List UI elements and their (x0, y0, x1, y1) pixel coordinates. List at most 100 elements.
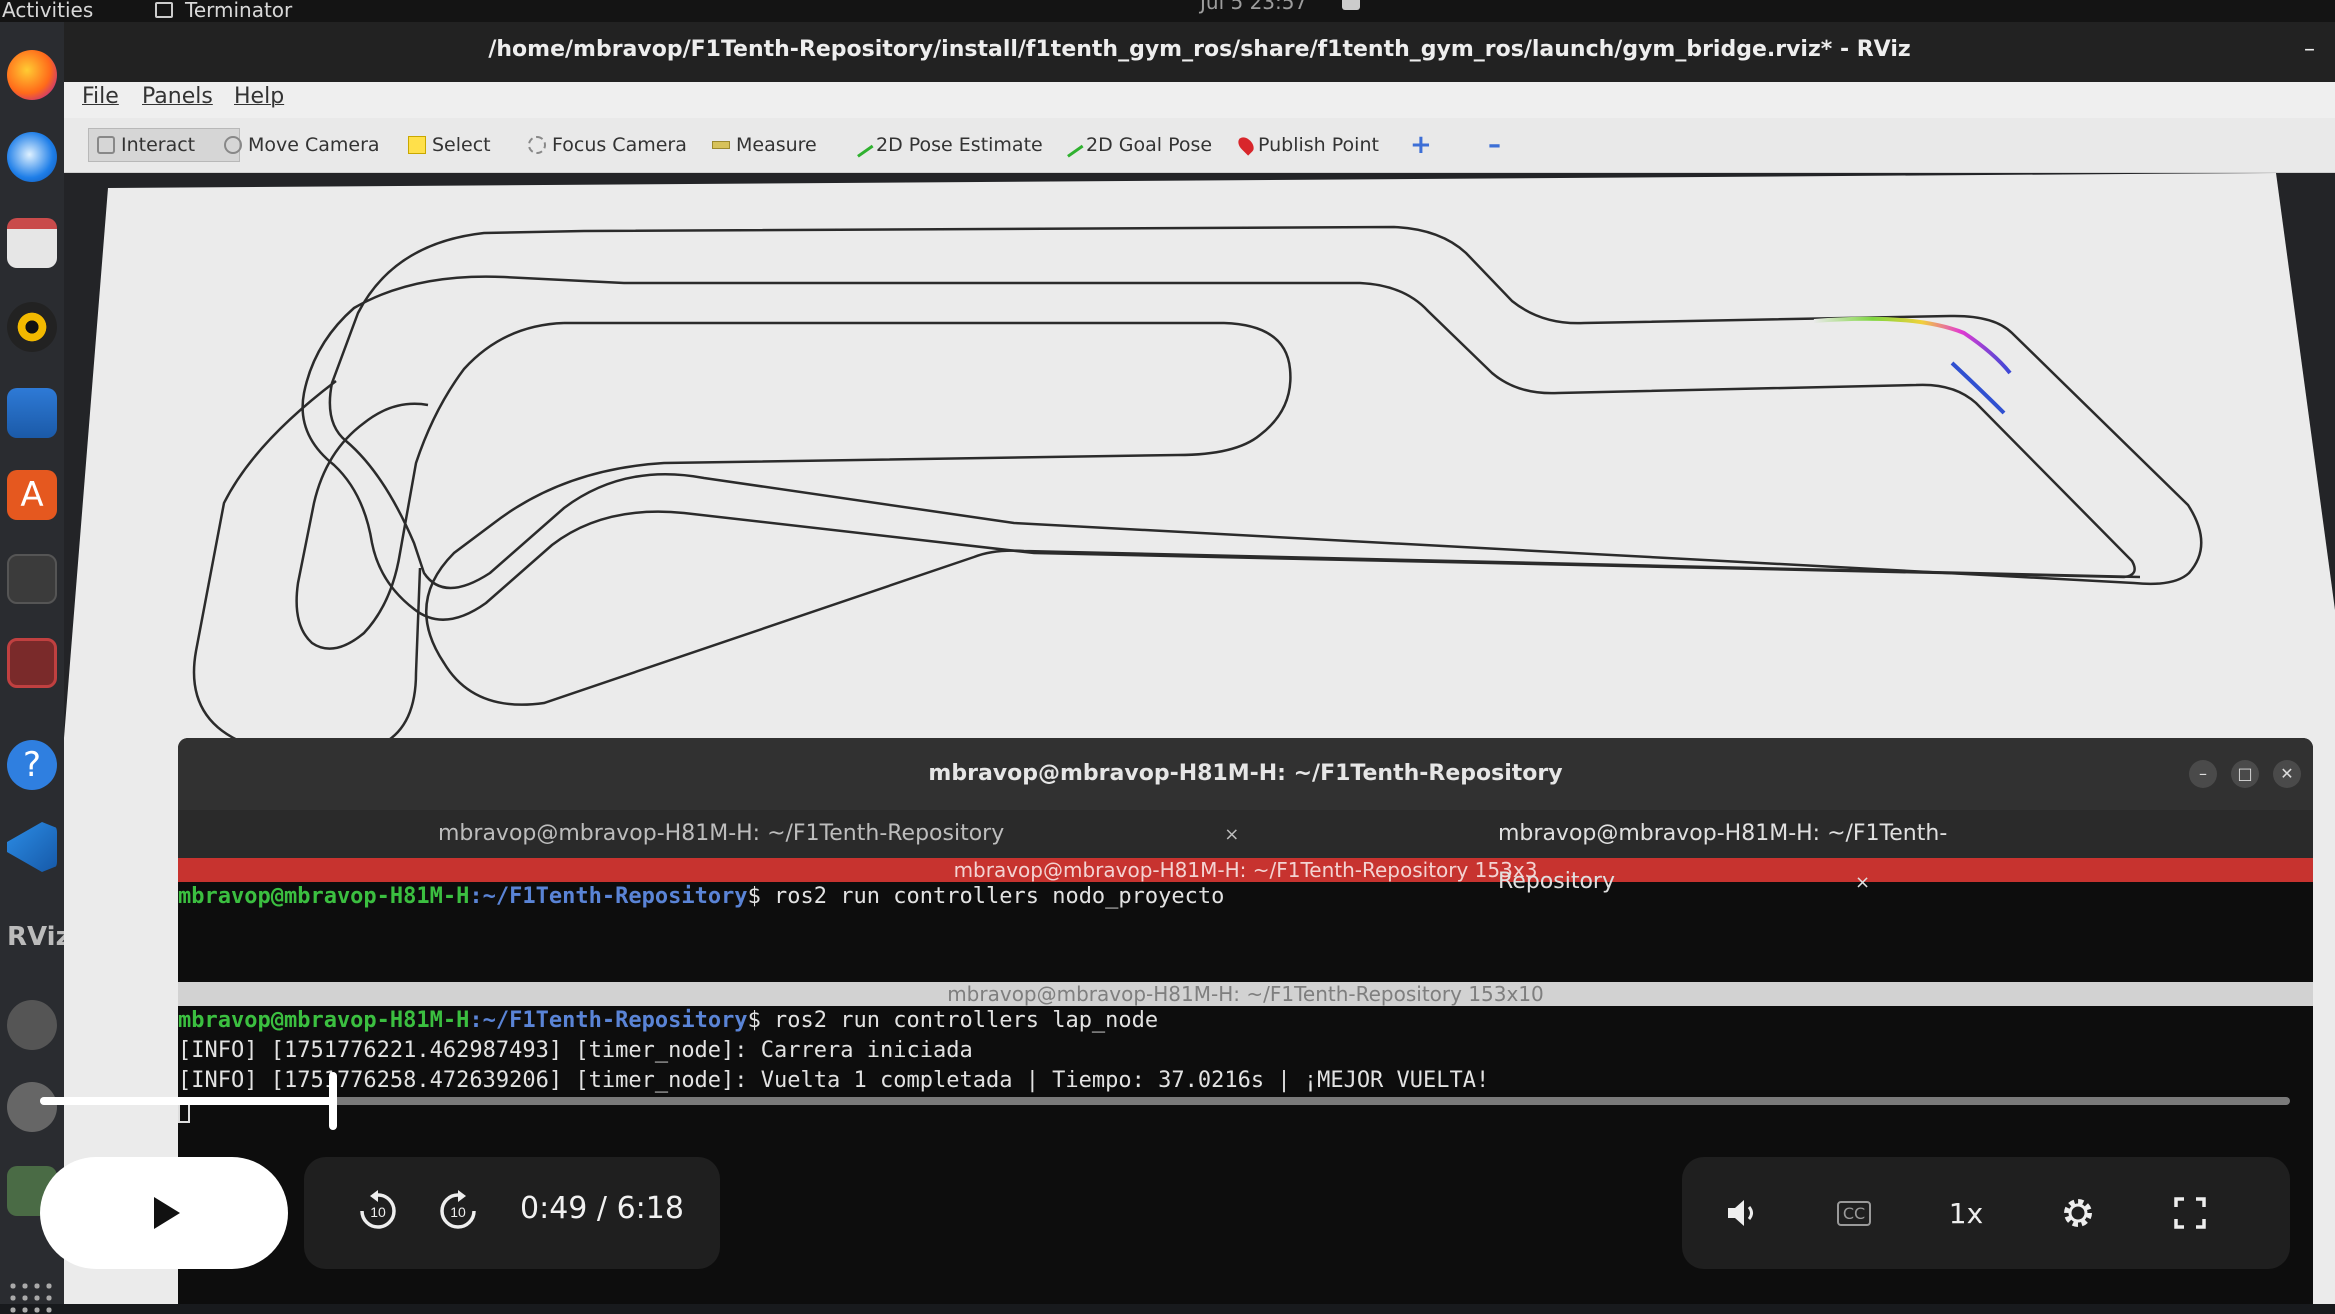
move-camera-icon (224, 136, 242, 154)
tool-measure[interactable]: Measure (712, 128, 817, 162)
firefox-icon[interactable] (7, 50, 57, 100)
prompt-user: mbravop@mbravop-H81M-H (178, 1008, 470, 1033)
tool-2d-goal-pose-label: 2D Goal Pose (1086, 134, 1213, 156)
vscode-icon[interactable] (7, 822, 57, 872)
volume-icon (1728, 1200, 1753, 1226)
tool-focus-camera-label: Focus Camera (552, 134, 687, 156)
rewind-10-button[interactable]: 10 (354, 1187, 402, 1235)
rviz-toolbar: Interact Move Camera Select Focus Camera… (64, 118, 2335, 173)
rviz-title-bar: /home/mbravop/F1Tenth-Repository/install… (64, 22, 2335, 82)
prompt-path: :~/F1Tenth-Repository (469, 1008, 748, 1033)
rewind-icon: 10 (360, 1190, 396, 1229)
log-line-1: [INFO] [1751776221.462987493] [timer_nod… (178, 1038, 973, 1063)
notification-icon[interactable] (1342, 0, 1360, 10)
pose-estimate-arrow-icon (848, 132, 874, 158)
tool-interact-label: Interact (121, 134, 196, 156)
rewind-amount: 10 (370, 1204, 386, 1220)
forward-amount: 10 (450, 1204, 466, 1220)
fullscreen-button[interactable] (2158, 1181, 2222, 1245)
files-icon[interactable] (7, 218, 57, 268)
pane-2-command: $ ros2 run controllers lap_node (747, 1008, 1159, 1033)
fullscreen-icon (2174, 1197, 2206, 1229)
terminal-tab-bar: mbravop@mbravop-H81M-H: ~/F1Tenth-Reposi… (178, 810, 2313, 894)
gear-icon (2064, 1199, 2092, 1227)
add-tool-icon[interactable]: + (1410, 128, 1432, 162)
pane-1-command: $ ros2 run controllers nodo_proyecto (747, 884, 1225, 909)
interact-icon (97, 136, 115, 154)
goal-pose-arrow-icon (1058, 132, 1084, 158)
rviz-menu-bar: File Panels Help (64, 82, 2335, 118)
disc-icon[interactable] (7, 1000, 57, 1050)
play-icon (154, 1197, 180, 1229)
time-separator: / (587, 1191, 617, 1226)
terminal-tab-1[interactable]: mbravop@mbravop-H81M-H: ~/F1Tenth-Reposi… (438, 810, 1239, 858)
thunderbird-icon[interactable] (7, 132, 57, 182)
terminal-tab-2[interactable]: mbravop@mbravop-H81M-H: ~/F1Tenth-Reposi… (1498, 810, 2313, 894)
help-icon[interactable]: ? (7, 740, 57, 790)
volume-button[interactable] (1710, 1181, 1774, 1245)
clock[interactable]: Jul 5 23:57 (1200, 0, 1307, 14)
captions-button[interactable]: CC (1822, 1181, 1886, 1245)
select-icon (408, 136, 426, 154)
pane-1-header[interactable]: mbravop@mbravop-H81M-H: ~/F1Tenth-Reposi… (178, 858, 2313, 882)
close-tab-1-icon[interactable]: × (1224, 824, 1239, 845)
window-minimize-button[interactable]: – (2189, 760, 2217, 788)
tool-move-camera[interactable]: Move Camera (224, 128, 380, 162)
active-app-menu[interactable]: Terminator (155, 0, 292, 22)
dock: A ? RViz (0, 22, 71, 1314)
map-pin-icon (1235, 134, 1257, 156)
rviz-dock-label: RViz (7, 922, 71, 952)
os-top-bar: Activities Terminator Jul 5 23:57 (0, 0, 2335, 22)
tool-2d-pose-estimate[interactable]: 2D Pose Estimate (848, 128, 1043, 162)
app-icon[interactable] (7, 638, 57, 688)
log-line-2: [INFO] [1751776258.472639206] [timer_nod… (178, 1068, 1490, 1093)
activities-button[interactable]: Activities (2, 0, 93, 22)
tool-2d-goal-pose[interactable]: 2D Goal Pose (1058, 128, 1213, 162)
terminator-title-bar: mbravop@mbravop-H81M-H: ~/F1Tenth-Reposi… (178, 738, 2313, 810)
terminator-title: mbravop@mbravop-H81M-H: ~/F1Tenth-Reposi… (928, 761, 1563, 786)
pane-2-header[interactable]: mbravop@mbravop-H81M-H: ~/F1Tenth-Reposi… (178, 982, 2313, 1006)
forward-icon: 10 (440, 1190, 476, 1229)
trash-icon[interactable] (7, 1082, 57, 1132)
tool-select-label: Select (432, 134, 491, 156)
captions-icon: CC (1836, 1200, 1872, 1226)
tool-measure-label: Measure (736, 134, 817, 156)
tool-move-camera-label: Move Camera (248, 134, 380, 156)
tool-select[interactable]: Select (408, 128, 491, 162)
playback-speed-button[interactable]: 1x (1934, 1181, 1998, 1245)
tool-2d-pose-estimate-label: 2D Pose Estimate (876, 134, 1043, 156)
close-tab-2-icon[interactable]: × (1855, 872, 1870, 893)
rhythmbox-icon[interactable] (7, 302, 57, 352)
terminal-icon[interactable] (7, 554, 57, 604)
forward-10-button[interactable]: 10 (434, 1187, 482, 1235)
software-icon[interactable]: A (7, 470, 57, 520)
player-right-controls: CC 1x (1682, 1157, 2290, 1269)
rviz-icon[interactable]: RViz (7, 912, 71, 962)
tool-focus-camera[interactable]: Focus Camera (528, 128, 687, 162)
focus-camera-icon (528, 136, 546, 154)
total-duration: 6:18 (616, 1191, 684, 1226)
video-progress-handle[interactable] (328, 1072, 337, 1130)
active-app-label: Terminator (185, 0, 293, 22)
show-apps-icon[interactable] (7, 1280, 57, 1314)
window-close-button[interactable]: ✕ (2273, 760, 2301, 788)
pane-2-command-line[interactable]: mbravop@mbravop-H81M-H:~/F1Tenth-Reposit… (178, 1006, 2313, 1036)
tool-interact[interactable]: Interact (88, 128, 240, 162)
menu-file[interactable]: File (82, 84, 119, 109)
remove-tool-icon[interactable]: – (1488, 128, 1501, 162)
seek-controls: 10 10 0:49 / 6:18 (304, 1157, 720, 1269)
menu-help[interactable]: Help (234, 84, 284, 109)
minimize-button[interactable]: – (2304, 22, 2315, 78)
video-progress-bar[interactable] (40, 1072, 2290, 1130)
pane-1-command-line[interactable]: mbravop@mbravop-H81M-H:~/F1Tenth-Reposit… (178, 882, 2313, 912)
writer-icon[interactable] (7, 388, 57, 438)
tool-publish-point[interactable]: Publish Point (1235, 128, 1379, 162)
play-button[interactable] (40, 1157, 288, 1269)
measure-icon (712, 141, 730, 149)
window-maximize-button[interactable]: □ (2231, 760, 2259, 788)
rviz-window-title: /home/mbravop/F1Tenth-Repository/install… (488, 37, 1911, 62)
menu-panels[interactable]: Panels (142, 84, 213, 109)
video-progress-fill (40, 1097, 333, 1105)
prompt-path: :~/F1Tenth-Repository (469, 884, 748, 909)
settings-button[interactable] (2046, 1181, 2110, 1245)
